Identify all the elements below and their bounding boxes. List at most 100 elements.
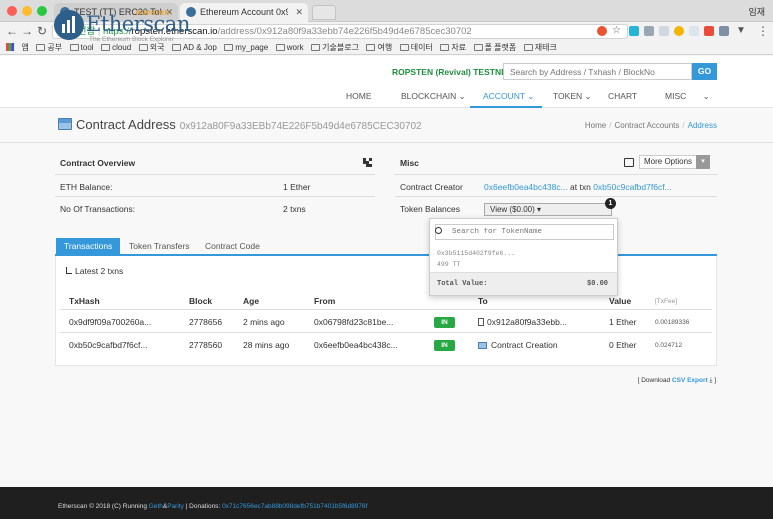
go-button[interactable]: GO [692, 63, 717, 80]
bookmarks-bar: 앱 공부 tool cloud 외국 AD & Jop my_page work… [0, 42, 773, 55]
menu-dots-icon[interactable]: ⋮ [757, 24, 769, 38]
new-tab-button[interactable] [312, 5, 336, 20]
bookmark-folder[interactable]: my_page [224, 42, 268, 54]
eth-balance-label: ETH Balance: [60, 182, 113, 192]
col-age: Age [243, 296, 260, 306]
tab-token-transfers[interactable]: Token Transfers [121, 238, 197, 254]
folder-icon [275, 44, 285, 51]
profile-name[interactable]: 임재 [748, 5, 765, 18]
qr-code-icon[interactable] [363, 158, 372, 167]
block-link[interactable]: 2778560 [189, 340, 222, 350]
bookmark-folder[interactable]: 데이터 [399, 42, 433, 54]
col-value: Value [609, 296, 632, 306]
creator-txn-link[interactable]: 0xb50c9cafbd7f6cf... [593, 182, 671, 192]
bookmark-folder[interactable]: 여행 [366, 42, 392, 54]
extension-icon[interactable] [674, 26, 684, 36]
bookmark-folder[interactable]: 공부 [36, 42, 62, 54]
filter-icon[interactable]: ▼ [736, 24, 746, 38]
tab-contract-code[interactable]: Contract Code [197, 238, 268, 254]
etherscan-logo-icon[interactable] [54, 10, 84, 40]
txn-value: 1 Ether [609, 317, 637, 327]
reload-icon[interactable]: ↻ [37, 24, 47, 38]
donation-address-link[interactable]: 0x71c7656ec7ab88b098defb751b7401b5f6d897… [222, 503, 367, 510]
back-arrow-icon[interactable]: ← [6, 24, 18, 38]
folder-icon [171, 44, 181, 51]
breadcrumb-home[interactable]: Home [585, 121, 606, 130]
more-options-button[interactable]: More Options ▾ [639, 155, 711, 169]
total-value: $0.00 [587, 280, 609, 288]
nav-token[interactable]: TOKEN ⌄ [553, 91, 592, 102]
bookmark-star-icon[interactable]: ☆ [612, 24, 621, 38]
token-address[interactable]: 0x3b5115d402f9fe6... [437, 250, 515, 257]
bookmark-folder[interactable]: 외국 [138, 42, 164, 54]
forward-arrow-icon[interactable]: → [21, 24, 33, 38]
chevron-down-icon: ⌄ [702, 91, 710, 101]
txn-fee: 0.00189336 [655, 319, 690, 326]
total-value-label: Total Value: [437, 280, 488, 288]
extension-icon[interactable] [719, 26, 729, 36]
close-tab-icon[interactable]: ✕ [295, 3, 303, 22]
token-amount: 499 TT [437, 261, 461, 268]
txhash-link[interactable]: 0xb50c9cafbd7f6cf... [69, 340, 147, 350]
page-title: Contract Address 0x912a80F9a33EBb74E226F5… [76, 117, 422, 132]
bookmark-apps[interactable]: 앱 [22, 42, 29, 54]
extension-icon[interactable] [597, 26, 607, 36]
bookmark-folder[interactable]: cloud [101, 42, 131, 54]
divider [55, 196, 375, 197]
close-window-icon[interactable] [7, 6, 17, 16]
nav-home[interactable]: HOME [346, 91, 372, 101]
geth-link[interactable]: Geth [149, 503, 163, 510]
bookmark-folder[interactable]: 재테크 [523, 42, 557, 54]
extension-icon[interactable] [659, 26, 669, 36]
token-search-input[interactable] [435, 224, 614, 240]
contract-icon [58, 118, 72, 130]
browser-tab-account[interactable]: Ethereum Account 0x912a80f ✕ [180, 3, 308, 22]
bookmark-folder[interactable]: work [275, 42, 304, 54]
nav-account[interactable]: ACCOUNT ⌄ [483, 91, 534, 102]
printer-icon[interactable] [624, 158, 634, 167]
bookmark-folder[interactable]: tool [69, 42, 94, 54]
txn-age: 28 mins ago [243, 340, 290, 350]
from-address-link[interactable]: 0x06798fd23c81be... [314, 317, 393, 327]
bookmark-folder[interactable]: AD & Jop [171, 42, 217, 54]
network-label: ROPSTEN (Revival) TESTNET [392, 67, 512, 77]
contract-creator: 0x6eefb0ea4bc438c... at txn 0xb50c9cafbd… [484, 182, 672, 192]
breadcrumb-contract-accounts[interactable]: Contract Accounts [614, 121, 679, 130]
extension-icon[interactable] [704, 26, 714, 36]
nav-chart[interactable]: CHART [608, 91, 637, 101]
col-txhash: TxHash [69, 296, 100, 306]
txn-count-label: No Of Transactions: [60, 204, 136, 214]
divider [60, 309, 712, 310]
contract-creator-label: Contract Creator [400, 182, 463, 192]
nav-blockchain[interactable]: BLOCKCHAIN ⌄ [401, 91, 466, 102]
search-input[interactable] [503, 63, 692, 80]
search-icon [435, 227, 442, 234]
maximize-window-icon[interactable] [37, 6, 47, 16]
folder-icon [399, 44, 409, 51]
tab-transactions[interactable]: Transactions [56, 238, 121, 254]
txhash-link[interactable]: 0x9df9f09a700260a... [69, 317, 151, 327]
parity-link[interactable]: Parity [167, 503, 184, 510]
chevron-down-icon: ⌄ [527, 91, 535, 101]
bookmark-folder[interactable]: 기술블로그 [311, 42, 359, 54]
from-address-link[interactable]: 0x6eefb0ea4bc438c... [314, 340, 398, 350]
bookmark-folder[interactable]: 폴 플랫폼 [473, 42, 516, 54]
csv-export-link[interactable]: CSV Export [672, 377, 708, 384]
creator-address-link[interactable]: 0x6eefb0ea4bc438c... [484, 182, 568, 192]
minimize-window-icon[interactable] [22, 6, 32, 16]
folder-icon [311, 44, 321, 51]
divider [55, 174, 375, 175]
logo-name[interactable]: Etherscan [86, 13, 190, 35]
extension-icon[interactable] [629, 26, 639, 36]
token-balances-view-button[interactable]: View ($0.00) ▾ [484, 203, 612, 216]
extension-icon[interactable] [689, 26, 699, 36]
apps-grid-icon[interactable] [6, 43, 14, 51]
nav-misc[interactable]: MISC ⌄ [665, 91, 710, 102]
block-link[interactable]: 2778656 [189, 317, 222, 327]
direction-badge: IN [434, 317, 455, 328]
extension-icon[interactable] [644, 26, 654, 36]
csv-export: [ Download CSV Export ⤓ ] [637, 377, 716, 384]
bookmark-folder[interactable]: 자료 [440, 42, 466, 54]
chevron-down-icon: ⌄ [584, 91, 592, 101]
divider [395, 196, 717, 197]
